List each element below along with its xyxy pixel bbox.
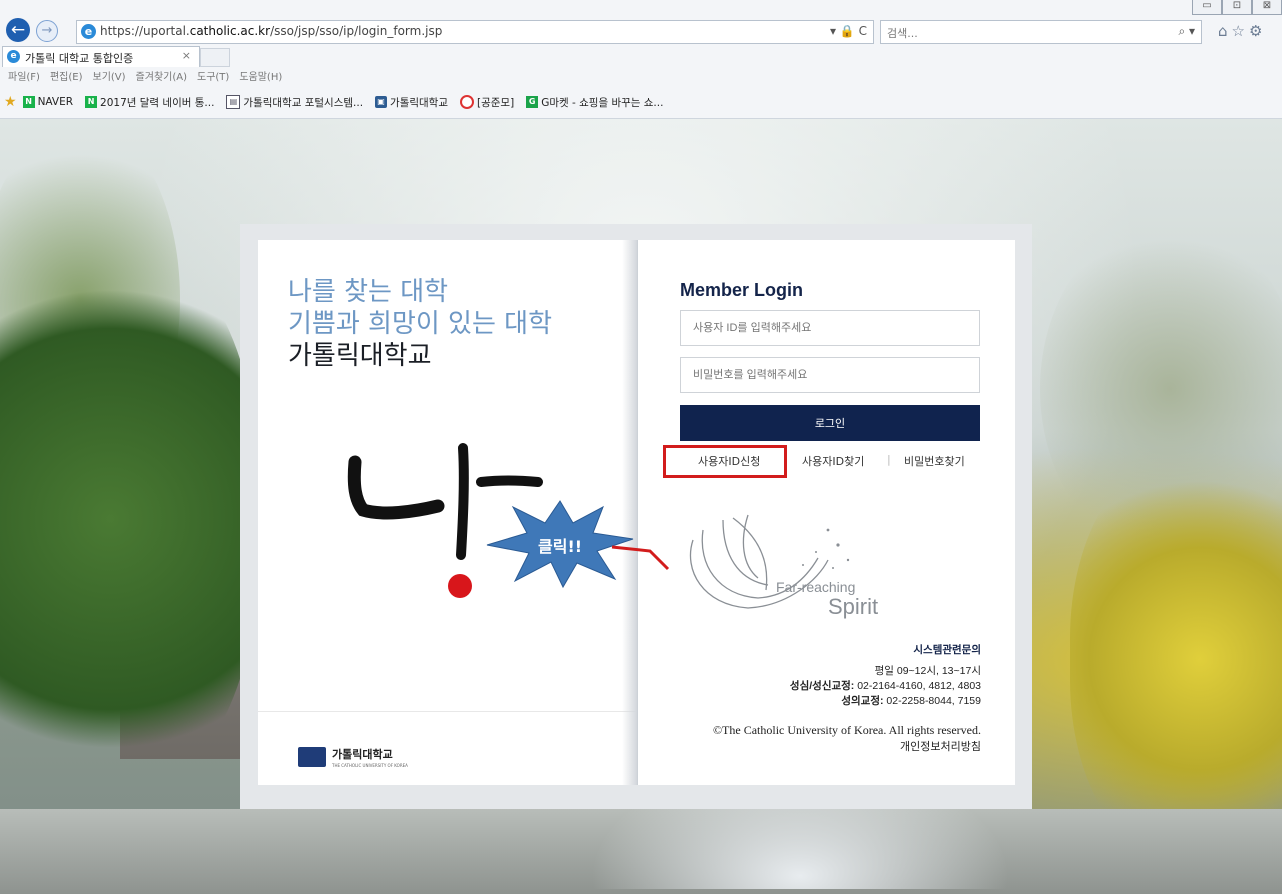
logo-name: 가톨릭대학교 [332, 748, 393, 761]
forward-button[interactable]: → [36, 20, 58, 42]
slogan: 나를 찾는 대학 기쁨과 희망이 있는 대학 가톨릭대학교 [288, 276, 552, 372]
menu-edit[interactable]: 편집(E) [50, 68, 83, 84]
favorite-label: 2017년 달력 네이버 통... [100, 96, 215, 109]
password-input[interactable] [680, 357, 980, 393]
favorite-portal[interactable]: ▤ 가톨릭대학교 포털시스템... [226, 95, 363, 110]
back-button[interactable]: ← [6, 18, 30, 42]
favorites-star-icon[interactable]: ★ [4, 94, 17, 110]
tab-login[interactable]: e 가톨릭 대학교 통합인증 × [2, 46, 200, 67]
university-logo: 가톨릭대학교 THE CATHOLIC UNIVERSITY OF KOREA [298, 746, 408, 768]
member-login-title: Member Login [680, 280, 804, 300]
search-placeholder: 검색... [887, 27, 918, 40]
navigation-row: ← → e https://uportal.catholic.ac.kr/sso… [0, 16, 1282, 46]
link-separator: | [887, 453, 891, 466]
menu-help[interactable]: 도움말(H) [239, 68, 282, 84]
search-box[interactable]: 검색... ⌕ ▾ [880, 20, 1202, 44]
window-controls: ▭ ⊡ ⊠ [1192, 0, 1282, 15]
contact-campus-1: 성심/성신교정: 02-2164-4160, 4812, 4803 [790, 679, 981, 694]
contact-title: 시스템관련문의 [913, 644, 981, 656]
privacy-policy-link[interactable]: 개인정보처리방침 [713, 739, 981, 756]
user-id-input[interactable] [680, 310, 980, 346]
address-bar[interactable]: e https://uportal.catholic.ac.kr/sso/jsp… [76, 20, 874, 44]
browser-chrome: ▭ ⊡ ⊠ ← → e https://uportal.catholic.ac.… [0, 0, 1282, 119]
system-contact: 시스템관련문의 평일 09~12시, 13~17시 성심/성신교정: 02-21… [790, 643, 981, 709]
menu-tools[interactable]: 도구(T) [197, 68, 229, 84]
portal-icon: ▤ [226, 95, 241, 109]
address-url[interactable]: https://uportal.catholic.ac.kr/sso/jsp/s… [100, 24, 442, 38]
naver-icon: N [22, 96, 35, 108]
ie-tab-icon: e [7, 50, 20, 63]
spirit-tagline: Far-reaching [776, 579, 856, 595]
url-prefix: https://uportal. [100, 24, 190, 38]
spirit-word: Spirit [828, 594, 879, 619]
gongjunmo-icon [460, 95, 475, 109]
minimize-icon[interactable]: ▭ [1192, 0, 1222, 15]
catholic-icon: ▣ [375, 96, 388, 108]
right-page: Member Login 로그인 사용자ID신청 사용자ID찾기 | 비밀번호찾… [638, 240, 1015, 785]
background-tree-left [0, 239, 260, 799]
favorite-gongjunmo[interactable]: [공준모] [460, 95, 514, 110]
ie-page-icon: e [81, 24, 96, 39]
restore-icon[interactable]: ⊡ [1222, 0, 1252, 15]
menu-view[interactable]: 보기(V) [93, 68, 126, 84]
home-favorites-settings-icons[interactable]: ⌂☆⚙ [1218, 22, 1266, 40]
url-path: /sso/jsp/sso/ip/login_form.jsp [270, 24, 443, 38]
favorite-gmarket[interactable]: G G마켓 - 쇼핑을 바꾸는 쇼... [526, 95, 663, 110]
highlight-box [663, 445, 787, 478]
favorite-calendar[interactable]: N 2017년 달력 네이버 통... [85, 95, 214, 110]
page-footer: ©The Catholic University of Korea. All r… [713, 722, 981, 756]
forward-arrow-icon: → [41, 23, 53, 38]
menu-favorites[interactable]: 즐겨찾기(A) [136, 68, 187, 84]
slogan-line-3: 가톨릭대학교 [288, 341, 432, 371]
background-tree-right [1070, 449, 1282, 869]
find-user-id-link[interactable]: 사용자ID찾기 [802, 453, 864, 469]
page-viewport: 나를 찾는 대학 기쁨과 희망이 있는 대학 가톨릭대학교 가톨릭대학교 THE… [0, 119, 1282, 894]
menu-bar: 파일(F) 편집(E) 보기(V) 즐겨찾기(A) 도구(T) 도움말(H) [8, 68, 282, 84]
campus-1-phone: 02-2164-4160, 4812, 4803 [857, 680, 981, 692]
copyright-text: ©The Catholic University of Korea. All r… [712, 723, 981, 737]
left-footer-divider [258, 711, 636, 712]
back-arrow-icon: ← [10, 20, 26, 40]
campus-2-phone: 02-2258-8044, 7159 [886, 695, 981, 707]
university-emblem-icon [298, 747, 326, 767]
favorite-label: [공준모] [477, 96, 515, 109]
slogan-line-1: 나를 찾는 대학 [288, 277, 449, 307]
search-icon[interactable]: ⌕ ▾ [1178, 24, 1195, 39]
favorite-catholic[interactable]: ▣ 가톨릭대학교 [375, 95, 448, 110]
close-tab-icon[interactable]: × [182, 49, 191, 62]
find-password-link[interactable]: 비밀번호찾기 [904, 453, 965, 469]
tab-row: e 가톨릭 대학교 통합인증 × [0, 46, 1282, 67]
favorite-naver[interactable]: N NAVER [22, 96, 74, 108]
new-tab-button[interactable] [200, 48, 230, 67]
address-bar-actions[interactable]: ▾ 🔒 C [830, 24, 867, 38]
favorite-label: 가톨릭대학교 포털시스템... [243, 96, 364, 109]
logo-subtitle: THE CATHOLIC UNIVERSITY OF KOREA [332, 763, 408, 768]
favorite-label: 가톨릭대학교 [390, 96, 449, 109]
favorite-label: G마켓 - 쇼핑을 바꾸는 쇼... [541, 96, 664, 109]
menu-file[interactable]: 파일(F) [8, 68, 40, 84]
favorite-label: NAVER [37, 96, 74, 108]
contact-hours: 평일 09~12시, 13~17시 [874, 665, 981, 677]
campus-2-label: 성의교정: [841, 695, 884, 707]
slogan-line-2: 기쁨과 희망이 있는 대학 [288, 309, 552, 339]
close-window-icon[interactable]: ⊠ [1252, 0, 1282, 15]
tab-title: 가톨릭 대학교 통합인증 [25, 52, 134, 65]
login-book: 나를 찾는 대학 기쁨과 희망이 있는 대학 가톨릭대학교 가톨릭대학교 THE… [240, 224, 1032, 809]
favorites-bar: ★ N NAVER N 2017년 달력 네이버 통... ▤ 가톨릭대학교 포털시스… [4, 92, 669, 112]
url-domain: catholic.ac.kr [189, 24, 271, 38]
gmarket-icon: G [526, 96, 539, 108]
click-annotation-label: 클릭!! [538, 537, 583, 556]
naver-icon: N [85, 96, 98, 108]
contact-campus-2: 성의교정: 02-2258-8044, 7159 [790, 694, 981, 709]
annotation-arrow [611, 545, 670, 571]
campus-1-label: 성심/성신교정: [789, 680, 855, 692]
login-button[interactable]: 로그인 [680, 405, 980, 441]
